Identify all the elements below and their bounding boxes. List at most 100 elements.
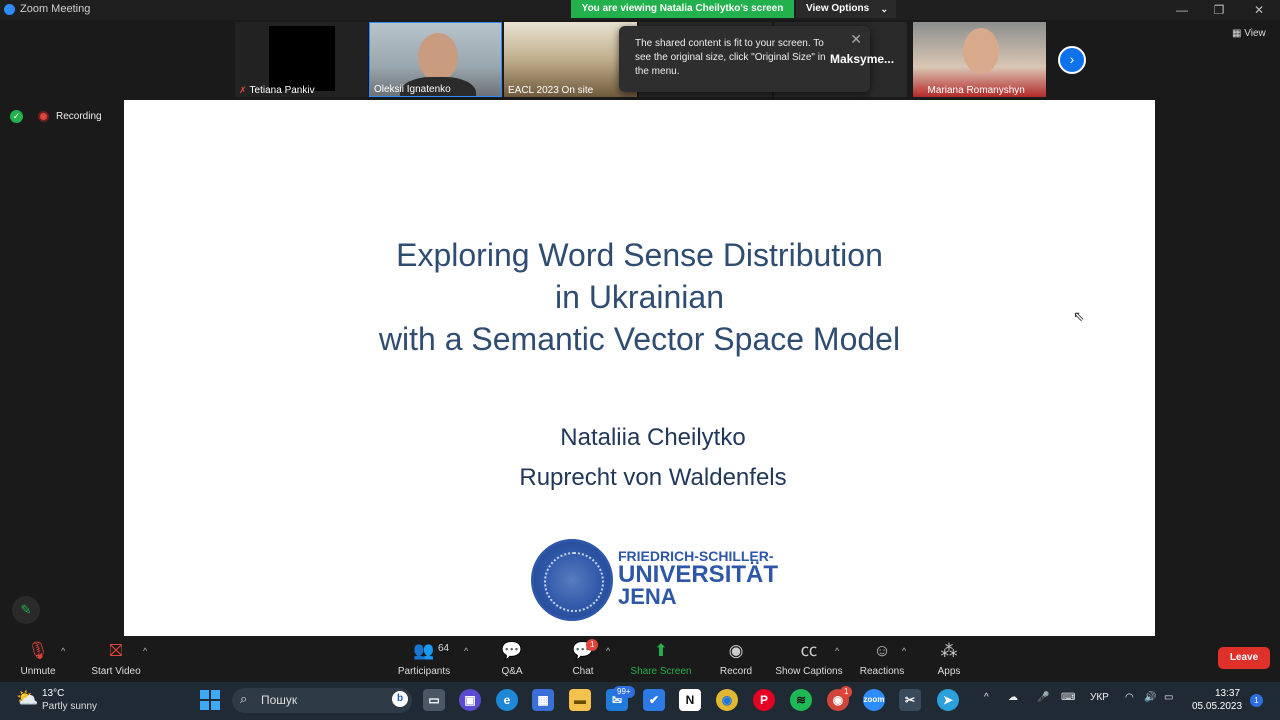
university-logo-text: FRIEDRICH-SCHILLER- UNIVERSITÄT JENA xyxy=(618,548,779,609)
next-page-chevron-icon[interactable]: › xyxy=(1058,46,1086,74)
participant-name: EACL 2023 On site xyxy=(508,85,594,96)
author-name: Nataliia Cheilytko xyxy=(560,424,746,451)
participants-caret-icon[interactable]: ^ xyxy=(464,646,468,656)
keyboard-icon[interactable]: ⌨ xyxy=(1061,692,1075,703)
search-icon: ⌕ xyxy=(240,691,248,706)
record-icon: ◉ xyxy=(728,641,744,660)
mic-muted-icon: ✗ xyxy=(917,85,925,95)
unmute-button[interactable]: 🎙 Unmute xyxy=(18,640,58,677)
audio-options-caret-icon[interactable]: ^ xyxy=(61,646,65,656)
view-options-label: View Options xyxy=(806,3,870,14)
windows-start-icon[interactable] xyxy=(200,690,220,710)
reactions-icon: ☺ xyxy=(873,641,891,660)
shield-check-icon[interactable]: ✓ xyxy=(10,110,23,123)
tooltip-text: The shared content is fit to your screen… xyxy=(635,38,826,77)
show-hidden-icons-chevron-icon[interactable]: ^ xyxy=(984,692,989,703)
view-button[interactable]: ▦ View xyxy=(1232,28,1266,39)
task-view-icon[interactable]: ▭ xyxy=(423,689,445,711)
viewing-screen-banner: You are viewing Natalia Cheilytko's scre… xyxy=(571,0,794,18)
participant-video xyxy=(963,28,999,74)
zoom-icon[interactable]: zoom xyxy=(863,689,885,711)
reactions-caret-icon[interactable]: ^ xyxy=(902,646,906,656)
weather-temperature[interactable]: 13°C xyxy=(42,688,64,699)
video-off-placeholder xyxy=(269,26,335,91)
telegram-icon[interactable]: ➤ xyxy=(937,689,959,711)
slide-title-line: with a Semantic Vector Space Model xyxy=(378,321,901,357)
participant-tile[interactable]: EACL 2023 On site xyxy=(504,22,637,97)
participant-name: Oleksii Ignatenko xyxy=(374,84,451,95)
annotate-pen-icon[interactable]: ✎ xyxy=(12,596,40,624)
notion-icon[interactable]: N xyxy=(679,689,701,711)
windows-taskbar xyxy=(0,682,1280,720)
close-window-icon[interactable]: ✕ xyxy=(1245,1,1273,19)
battery-icon[interactable]: ▭ xyxy=(1164,692,1173,703)
file-explorer-icon[interactable]: ▬ xyxy=(569,689,591,711)
snipping-tool-icon[interactable]: ✂ xyxy=(899,689,921,711)
start-video-button[interactable]: ⛝ Start Video xyxy=(88,640,144,677)
reactions-button[interactable]: ☺ Reactions xyxy=(858,640,906,677)
slide-title-line: Exploring Word Sense Distribution xyxy=(396,237,883,273)
participants-count: 64 xyxy=(438,643,450,654)
mouse-cursor-icon: ⇖ xyxy=(1073,308,1085,324)
university-seal-logo xyxy=(531,539,613,621)
chat-caret-icon[interactable]: ^ xyxy=(606,646,610,656)
microphone-icon[interactable]: 🎤 xyxy=(1037,692,1049,703)
show-captions-button[interactable]: ㏄ Show Captions xyxy=(774,640,844,677)
slide-title-line: in Ukrainian xyxy=(555,279,724,315)
participant-name: Tetiana Pankiv xyxy=(249,85,315,96)
video-off-icon: ⛝ xyxy=(109,641,123,660)
window-title: Zoom Meeting xyxy=(20,3,91,15)
qa-button[interactable]: 💬 Q&A xyxy=(496,640,528,677)
qa-icon: 💬 xyxy=(501,641,523,660)
captions-icon: ㏄ xyxy=(800,641,818,660)
chevron-down-icon: ⌄ xyxy=(880,4,888,14)
grid-icon: ▦ xyxy=(1232,28,1245,39)
close-icon[interactable]: ✕ xyxy=(850,32,862,46)
record-button[interactable]: ◉ Record xyxy=(716,640,756,677)
apps-icon: ⁂ xyxy=(940,641,958,660)
chrome-icon[interactable]: ◉ xyxy=(716,689,738,711)
video-options-caret-icon[interactable]: ^ xyxy=(143,646,147,656)
participant-name: Mariana Romanyshyn xyxy=(927,85,1025,96)
recording-label: Recording xyxy=(56,111,102,122)
notification-icon[interactable]: 1 xyxy=(1250,694,1263,707)
todo-icon[interactable]: ✔ xyxy=(643,689,665,711)
pinterest-icon[interactable]: P xyxy=(753,689,775,711)
shared-screen-slide: Exploring Word Sense Distribution in Ukr… xyxy=(124,100,1155,636)
spotify-icon[interactable]: ≋ xyxy=(790,689,812,711)
minimize-icon[interactable]: — xyxy=(1168,1,1196,19)
microsoft-store-icon[interactable]: ▦ xyxy=(532,689,554,711)
mic-muted-icon: ✗ xyxy=(239,85,247,95)
search-placeholder: Пошук xyxy=(261,693,298,707)
partly-sunny-icon[interactable]: ⛅ xyxy=(16,688,38,709)
onedrive-cloud-icon[interactable]: ☁ xyxy=(1008,692,1018,703)
recording-icon xyxy=(38,111,49,122)
weather-description[interactable]: Partly sunny xyxy=(42,701,97,712)
view-options-button[interactable]: View Options ⌄ xyxy=(796,0,896,18)
participant-name: Maksyme... xyxy=(830,52,895,66)
apps-button[interactable]: ⁂ Apps xyxy=(934,640,964,677)
participant-tile[interactable]: Oleksii Ignatenko xyxy=(369,22,502,97)
teams-chat-icon[interactable]: ▣ xyxy=(459,689,481,711)
share-screen-button[interactable]: ⬆ Share Screen xyxy=(628,640,694,677)
edge-browser-icon[interactable]: e xyxy=(496,689,518,711)
participant-tile[interactable]: ✗ Tetiana Pankiv xyxy=(235,22,368,97)
maximize-icon[interactable]: ❐ xyxy=(1205,1,1233,19)
share-screen-icon: ⬆ xyxy=(653,641,669,660)
wifi-icon[interactable]: ◠ xyxy=(1125,692,1134,703)
mail-badge: 99+ xyxy=(613,686,635,698)
zoom-app-icon xyxy=(4,4,15,15)
bing-icon[interactable]: b xyxy=(392,691,408,707)
captions-caret-icon[interactable]: ^ xyxy=(835,646,839,656)
participant-video xyxy=(418,33,458,81)
taskbar-search-input[interactable] xyxy=(232,688,412,713)
author-name: Ruprecht von Waldenfels xyxy=(519,464,787,491)
slide-authors: Nataliia Cheilytko Ruprecht von Waldenfe… xyxy=(124,418,1182,498)
clock-time[interactable]: 13:37 xyxy=(1215,688,1240,699)
clock-date[interactable]: 05.05.2023 xyxy=(1192,701,1242,712)
language-indicator[interactable]: УКР xyxy=(1090,692,1109,703)
slide-title: Exploring Word Sense Distribution in Ukr… xyxy=(124,234,1155,360)
leave-button[interactable]: Leave xyxy=(1218,647,1270,669)
participant-tile[interactable]: ✗ Mariana Romanyshyn xyxy=(913,22,1046,97)
volume-icon[interactable]: 🔊 xyxy=(1144,692,1156,703)
